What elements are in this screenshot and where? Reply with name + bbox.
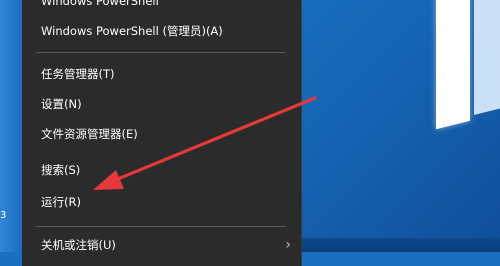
annotation-arrow-shaft (106, 96, 317, 185)
annotation-arrow-head (93, 170, 124, 190)
annotation-arrow (93, 96, 317, 190)
